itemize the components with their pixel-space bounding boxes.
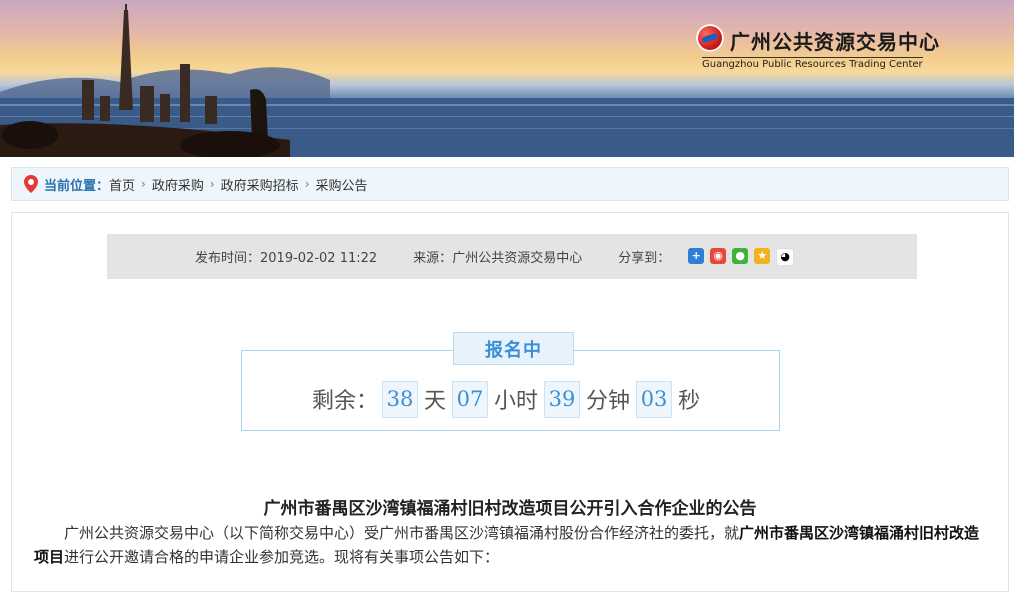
header-banner: 广州公共资源交易中心 Guangzhou Public Resources Tr… xyxy=(0,0,1014,157)
qzone-icon[interactable]: ★ xyxy=(754,247,771,264)
remaining-label: 剩余： xyxy=(312,389,379,414)
article-meta-bar: 发布时间：2019-02-02 11:22 来源：广州公共资源交易中心 分享到：… xyxy=(107,234,917,279)
breadcrumb-label: 当前位置： xyxy=(44,178,110,194)
days-unit: 天 xyxy=(424,389,447,414)
breadcrumb-home-link[interactable]: 首页 xyxy=(109,175,135,194)
share-label: 分享到： xyxy=(618,251,671,266)
countdown-seconds: 03 xyxy=(636,380,673,418)
breadcrumb-gov-procurement-link[interactable]: 政府采购 xyxy=(152,175,204,194)
logo-title-cn: 广州公共资源交易中心 xyxy=(730,30,940,54)
source-value: 广州公共资源交易中心 xyxy=(452,251,583,266)
article-para-suffix: 进行公开邀请合格的申请企业参加竞选。现将有关事项公告如下： xyxy=(64,548,500,566)
hours-unit: 小时 xyxy=(494,389,539,414)
countdown-minutes: 39 xyxy=(544,380,581,418)
breadcrumb-gov-tender-link[interactable]: 政府采购招标 xyxy=(221,175,299,194)
status-badge: 报名中 xyxy=(453,332,574,365)
minutes-unit: 分钟 xyxy=(586,389,631,414)
location-pin-icon xyxy=(24,175,38,193)
countdown-days: 38 xyxy=(382,380,419,418)
breadcrumb-announcement-link[interactable]: 采购公告 xyxy=(316,175,368,194)
main-content-panel: 发布时间：2019-02-02 11:22 来源：广州公共资源交易中心 分享到：… xyxy=(11,212,1009,592)
breadcrumb-separator: › xyxy=(304,177,310,191)
source: 来源：广州公共资源交易中心 xyxy=(413,247,582,266)
breadcrumb: 当前位置： 首页 › 政府采购 › 政府采购招标 › 采购公告 xyxy=(11,167,1009,201)
source-label: 来源： xyxy=(413,251,453,266)
article-title: 广州市番禺区沙湾镇福涌村旧村改造项目公开引入合作企业的公告 xyxy=(263,499,757,519)
breadcrumb-separator: › xyxy=(209,177,215,191)
publish-time: 发布时间：2019-02-02 11:22 xyxy=(195,247,377,266)
plus-icon[interactable]: + xyxy=(688,247,705,264)
countdown-timer: 剩余： 38 天 07 小时 39 分钟 03 秒 xyxy=(312,380,702,418)
countdown-hours: 07 xyxy=(452,380,489,418)
share-icons: + ◉ ● ★ ◕ xyxy=(688,247,795,266)
breadcrumb-separator: › xyxy=(141,177,146,191)
article-para-prefix: 广州公共资源交易中心（以下简称交易中心）受广州市番禺区沙湾镇福涌村股份合作经济社… xyxy=(64,524,740,542)
publish-time-value: 2019-02-02 11:22 xyxy=(260,251,378,266)
seconds-unit: 秒 xyxy=(678,389,701,414)
site-logo[interactable]: 广州公共资源交易中心 Guangzhou Public Resources Tr… xyxy=(696,24,939,74)
publish-time-label: 发布时间： xyxy=(195,251,261,266)
gpr-logo-icon xyxy=(696,24,724,52)
wechat-icon[interactable]: ● xyxy=(732,247,749,264)
qq-icon[interactable]: ◕ xyxy=(776,247,795,266)
weibo-icon[interactable]: ◉ xyxy=(710,247,727,264)
article-body: 广州公共资源交易中心（以下简称交易中心）受广州市番禺区沙湾镇福涌村股份合作经济社… xyxy=(34,521,994,569)
logo-title-en: Guangzhou Public Resources Trading Cente… xyxy=(702,57,923,70)
